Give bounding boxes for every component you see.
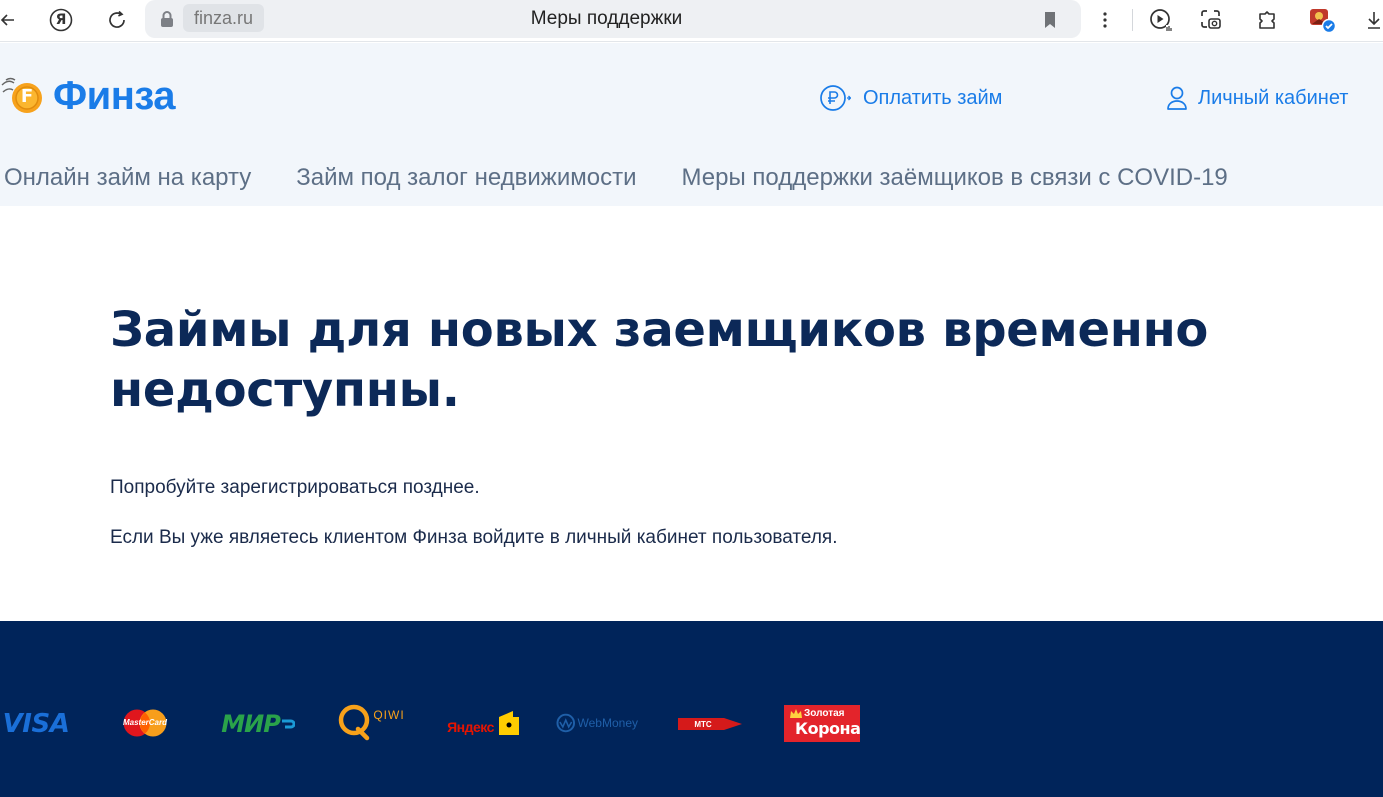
toolbar-divider [1132,9,1133,31]
yandex-icon[interactable]: Я [48,7,74,33]
retry-later-text: Попробуйте зарегистрироваться позднее. [110,477,480,498]
webmoney-logo: WebMoney [556,709,638,737]
browser-toolbar: Я finza.ru Меры поддержки [0,0,1383,42]
logo-coin-letter: F [20,86,34,107]
pay-loan-label: Оплатить займ [863,87,1003,109]
more-icon[interactable] [1098,7,1112,33]
extensions-icon[interactable] [1254,7,1280,33]
zolotaya-korona-logo: Золотая Корона [784,705,861,742]
logo[interactable]: Финза [53,73,176,119]
address-bar[interactable] [145,0,1081,38]
existing-client-text: Если Вы уже являетесь клиентом Финза вой… [110,527,838,548]
url-text[interactable]: finza.ru [183,4,265,32]
back-arrow-icon[interactable] [0,7,16,33]
yandex-glyph: Я [55,12,67,28]
play-icon[interactable] [1148,7,1174,33]
nav-property-loan[interactable]: Займ под залог недвижимости [296,160,636,196]
reload-icon[interactable] [104,7,130,33]
mir-logo: МИР [218,708,298,740]
logo-coin-icon[interactable]: F [0,73,46,119]
mts-money-logo: МТС [676,715,744,733]
pay-loan-link[interactable]: Оплатить займ [819,84,1002,112]
nav-online-loan[interactable]: Онлайн займ на карту [4,160,251,196]
main-nav: Онлайн займ на карту Займ под залог недв… [4,160,1273,196]
download-icon[interactable] [1365,7,1383,33]
visa-logo: VISA [2,709,70,739]
mastercard-logo: MasterCard [120,707,170,739]
ruble-pay-icon [820,85,851,111]
footer: VISA MasterCard МИР QIWI Яндекс WebMoney… [0,621,1383,797]
bookmark-icon[interactable] [1042,7,1058,33]
yandex-money-logo: Яндекс [444,706,524,740]
screenshot-icon[interactable] [1198,7,1224,33]
account-label: Личный кабинет [1198,87,1349,109]
user-icon [1167,86,1187,110]
profile-avatar-icon[interactable] [1307,7,1337,34]
page-heading: Займы для новых заемщиков временно недос… [110,302,1209,418]
lock-icon[interactable] [158,9,176,29]
nav-covid-support[interactable]: Меры поддержки заёмщиков в связи с COVID… [682,160,1228,196]
qiwi-logo: QIWI [331,702,411,742]
account-link[interactable]: Личный кабинет [1166,84,1348,112]
